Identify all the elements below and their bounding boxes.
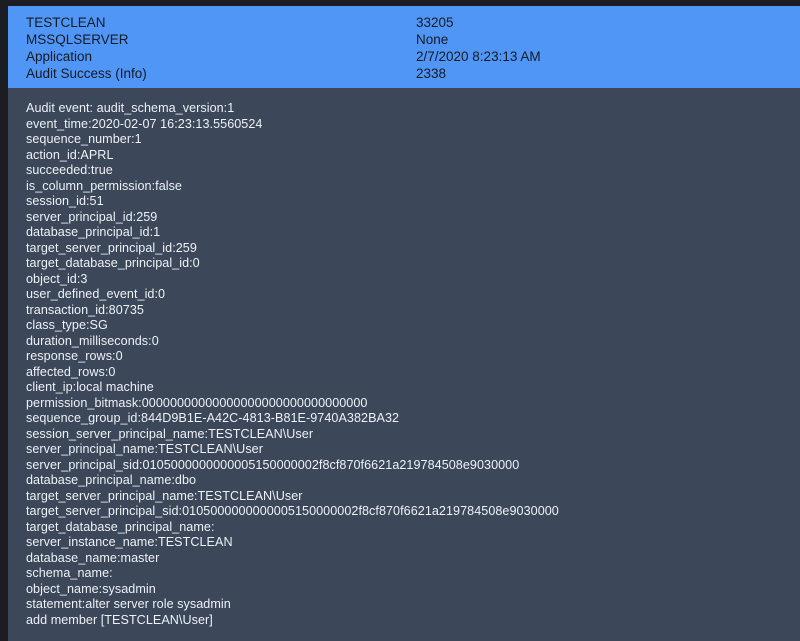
detail-line: event_time:2020-02-07 16:23:13.5560524 (26, 116, 263, 131)
detail-line: server_instance_name:TESTCLEAN (26, 535, 233, 549)
summary-row: TESTCLEAN 33205 (8, 14, 800, 31)
summary-row-label: Audit Success (Info) (26, 66, 147, 81)
detail-line: succeeded:true (26, 163, 113, 177)
event-viewer-screen: TESTCLEAN 33205 MSSQLSERVER None Application… (0, 0, 800, 641)
detail-line: client_ip:local machine (26, 380, 154, 394)
event-detail-panel[interactable]: Audit event: audit_schema_version:1 event… (8, 88, 800, 641)
detail-line: object_id:3 (26, 271, 88, 286)
detail-line: transaction_id:80735 (26, 302, 144, 317)
summary-row: MSSQLSERVER None (8, 31, 800, 48)
detail-line: database_name:master (26, 550, 160, 565)
detail-line: response_rows:0 (26, 349, 123, 363)
detail-line: target_server_principal_id:259 (26, 240, 197, 255)
detail-line: object_name:sysadmin (26, 581, 156, 596)
detail-line: session_server_principal_name:TESTCLEAN\… (26, 426, 314, 441)
summary-row-value: 2/7/2020 8:23:13 AM (416, 49, 541, 64)
detail-line: session_id:51 (26, 194, 104, 208)
event-summary-panel: TESTCLEAN 33205 MSSQLSERVER None Application… (8, 6, 800, 88)
detail-line-blank (8, 628, 800, 641)
summary-row: Application 2/7/2020 8:23:13 AM (8, 48, 800, 65)
detail-line: sequence_number:1 (26, 132, 142, 146)
summary-row-label: Application (26, 49, 93, 64)
detail-line: server_principal_sid:0105000000000005150… (26, 457, 520, 472)
detail-line: permission_bitmask:000000000000000000000… (26, 395, 368, 410)
detail-line: Audit event: audit_schema_version:1 (26, 101, 235, 115)
detail-line: add member [TESTCLEAN\User] (26, 612, 213, 627)
summary-row-value: 33205 (416, 15, 454, 30)
detail-line: sequence_group_id:844D9B1E-A42C-4813-B81… (26, 411, 400, 425)
window-left-chrome (0, 0, 8, 641)
detail-line: affected_rows:0 (26, 364, 116, 379)
detail-line: user_defined_event_id:0 (26, 287, 166, 301)
summary-row: Audit Success (Info) 2338 (8, 65, 800, 82)
summary-row-label: MSSQLSERVER (26, 32, 129, 47)
detail-line: is_column_permission:false (26, 178, 182, 193)
window-top-chrome (0, 0, 800, 6)
detail-line: statement:alter server role sysadmin (26, 597, 231, 611)
detail-line: target_database_principal_name: (26, 519, 215, 534)
detail-line: server_principal_name:TESTCLEAN\User (26, 442, 263, 456)
detail-line: database_principal_name:dbo (26, 473, 197, 487)
detail-line: target_database_principal_id:0 (26, 256, 200, 270)
summary-row-label: TESTCLEAN (26, 15, 106, 30)
detail-line: server_principal_id:259 (26, 209, 158, 224)
summary-row-value: None (416, 32, 449, 47)
detail-line: database_principal_id:1 (26, 225, 161, 239)
detail-line: target_server_principal_name:TESTCLEAN\U… (26, 488, 303, 503)
detail-line: target_server_principal_sid:010500000000… (26, 504, 559, 518)
detail-line: duration_milliseconds:0 (26, 333, 159, 348)
detail-line: class_type:SG (26, 318, 108, 332)
summary-row-value: 2338 (416, 66, 447, 81)
detail-line: schema_name: (26, 566, 113, 580)
detail-line: action_id:APRL (26, 147, 114, 162)
